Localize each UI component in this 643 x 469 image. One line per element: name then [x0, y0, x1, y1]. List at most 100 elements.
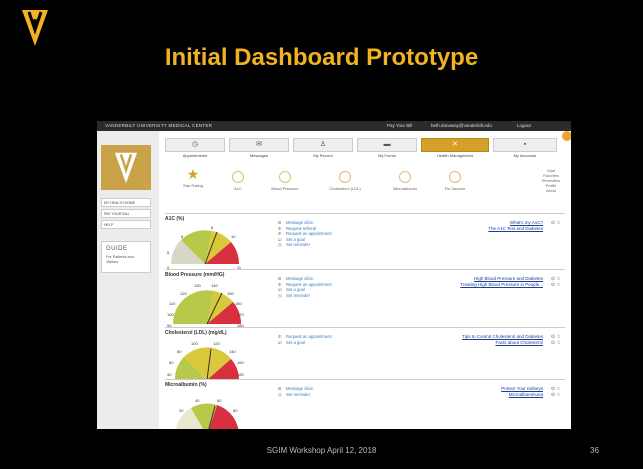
goal-link-about[interactable]: About — [531, 189, 571, 194]
dashboard-screenshot: VANDERBILT UNIVERSITY MEDICAL CENTER Pay… — [97, 121, 571, 429]
panel-title: Blood Pressure (mm/HG) — [165, 272, 225, 278]
goal-blood-pressure[interactable]: Blood Pressure — [257, 165, 313, 191]
bp-actions: ✉ Message clinic ✆ Request an appointment … — [278, 276, 332, 298]
logout-link[interactable]: Logout — [517, 121, 531, 131]
cholesterol-actions: ✆ Request an appointment ☑ Set a goal — [278, 334, 332, 345]
person-icon: ♙ — [293, 138, 353, 152]
info-icon[interactable]: ⊙ — [551, 392, 555, 398]
circle-icon — [399, 171, 411, 183]
sidebar-item-help[interactable]: HELP — [101, 220, 151, 229]
svg-text:160: 160 — [235, 301, 242, 306]
svg-text:40: 40 — [167, 372, 172, 377]
microalbumin-links: Protect Your Kidneys Microalbuminuria — [501, 386, 543, 398]
clock-icon: ◷ — [165, 138, 225, 152]
health-icon: ✕ — [421, 138, 489, 152]
goal-bar: ★ Star Rating A1C Blood Pressure Cholest… — [165, 165, 565, 201]
action-set-reminder[interactable]: ◷ Set reminder — [278, 293, 332, 299]
svg-text:8: 8 — [211, 225, 214, 230]
cholesterol-links: Tips to Control Cholesterol and Diabetes… — [462, 334, 543, 346]
bp-links: High Blood Pressure and Diabetes Treatin… — [460, 276, 543, 288]
cholesterol-panel: Cholesterol (LDL) (mg/dL) 100 120 80 140… — [165, 327, 565, 381]
panel-title: Cholesterol (LDL) (mg/dL) — [165, 330, 227, 336]
action-set-reminder[interactable]: ◷ Set reminder — [278, 242, 332, 248]
tab-health-management[interactable]: ✕ Health Management — [421, 136, 489, 162]
circle-icon — [339, 171, 351, 183]
link-microalbuminuria[interactable]: Microalbuminuria — [501, 392, 543, 398]
star-icon[interactable]: ☆ — [557, 340, 561, 346]
svg-text:20: 20 — [179, 408, 184, 413]
sidebar-item-pay-bill[interactable]: PAY YOUR BILL — [101, 209, 151, 218]
tab-messages[interactable]: ✉ Messages — [229, 136, 289, 162]
slide-title: Initial Dashboard Prototype — [164, 44, 479, 71]
guide-subtitle: For Patients and Visitors — [106, 255, 134, 264]
pay-bill-link[interactable]: Pay Your Bill — [387, 121, 412, 131]
bp-panel: Blood Pressure (mm/HG) 130 140 120 150 1… — [165, 269, 565, 328]
panel-icons: ⊙ ☆ ⊙ ☆ — [551, 334, 561, 346]
circle-icon — [279, 171, 291, 183]
slide-footer: SGIM Workshop April 12, 2018 — [266, 446, 377, 455]
panel-icons: ⊙ ☆ ⊙ ☆ — [551, 276, 561, 288]
forms-icon: ▬ — [357, 138, 417, 152]
envelope-icon: ✉ — [229, 138, 289, 152]
user-email: beth.dunaway@vanderbilt.edu — [431, 123, 492, 128]
tab-appointments[interactable]: ◷ Appointments — [165, 136, 225, 162]
svg-text:140: 140 — [229, 349, 236, 354]
guide-box[interactable]: GUIDE For Patients and Visitors — [101, 241, 151, 273]
svg-text:100: 100 — [191, 341, 198, 346]
action-set-goal[interactable]: ☑ Set a goal — [278, 340, 332, 346]
svg-text:60: 60 — [217, 398, 222, 403]
left-sidebar: MY HEALTH HOME PAY YOUR BILL HELP GUIDE … — [97, 131, 159, 429]
main-tabs: ◷ Appointments ✉ Messages ♙ My Record ▬ … — [165, 136, 565, 162]
svg-text:100: 100 — [167, 312, 174, 317]
a1c-panel: A1C (%) 6 8 10 5 11 0 ✉ Message clinic ✆ R… — [165, 213, 565, 270]
goal-microalbumin[interactable]: Microalbumin — [377, 165, 433, 191]
checkbox-icon: ☑ — [278, 339, 282, 345]
svg-text:80: 80 — [233, 408, 238, 413]
guide-title: GUIDE — [106, 246, 128, 252]
svg-text:130: 130 — [194, 283, 201, 288]
link-a1c-test[interactable]: The A1C Test and Diabetes — [488, 226, 543, 232]
panel-icons: ⊙ ☆ — [551, 220, 561, 226]
goal-links: Goal Favorites Reminders Profile About — [531, 169, 571, 194]
panel-title: A1C (%) — [165, 216, 185, 222]
slide-page-number: 36 — [590, 446, 599, 455]
svg-text:140: 140 — [211, 283, 218, 288]
panel-icons: ⊙ ☆ ⊙ ☆ — [551, 386, 561, 398]
bp-gauge: 130 140 120 150 110 160 170 100 90 180 — [167, 283, 244, 328]
info-icon[interactable]: ⊙ — [551, 220, 555, 226]
svg-text:110: 110 — [169, 301, 176, 306]
cholesterol-gauge: 100 120 80 140 60 160 40 180 — [167, 341, 244, 381]
microalbumin-panel: Microalbumin (%) 40 60 20 80 ✉ Message cl… — [165, 379, 565, 429]
a1c-gauge: 6 8 10 5 11 0 — [167, 225, 242, 270]
clock-icon: ◷ — [278, 292, 282, 298]
star-icon[interactable]: ☆ — [557, 392, 561, 398]
microalbumin-gauge: 40 60 20 80 — [175, 398, 239, 429]
action-set-reminder[interactable]: ◷ Set reminder — [278, 392, 313, 398]
info-icon[interactable]: ⊙ — [551, 282, 555, 288]
star-icon[interactable]: ☆ — [557, 220, 561, 226]
star-icon[interactable]: ☆ — [557, 282, 561, 288]
tab-my-forms[interactable]: ▬ My Forms — [357, 136, 417, 162]
svg-text:60: 60 — [169, 360, 174, 365]
accounts-icon: ▪ — [493, 138, 557, 152]
svg-text:180: 180 — [237, 372, 244, 377]
link-facts-cholesterol[interactable]: Facts about Cholesterol — [462, 340, 543, 346]
svg-text:170: 170 — [237, 312, 244, 317]
a1c-actions: ✉ Message clinic ✆ Request referral ✆ Reque… — [278, 220, 332, 248]
org-name: VANDERBILT UNIVERSITY MEDICAL CENTER — [105, 123, 213, 128]
link-treating-bp[interactable]: Treating High Blood Pressure in People..… — [460, 282, 543, 288]
circle-icon — [449, 171, 461, 183]
goal-cholesterol[interactable]: Cholesterol (LDL) — [317, 165, 373, 191]
svg-text:5: 5 — [167, 250, 170, 255]
vanderbilt-card-icon — [114, 152, 138, 184]
vu-logo-card — [101, 145, 151, 190]
microalbumin-actions: ✉ Message clinic ◷ Set reminder — [278, 386, 313, 397]
notification-badge[interactable] — [562, 131, 571, 141]
info-icon[interactable]: ⊙ — [551, 340, 555, 346]
circle-icon — [232, 171, 244, 183]
sidebar-item-health-home[interactable]: MY HEALTH HOME — [101, 198, 151, 207]
goal-flu-vaccine[interactable]: Flu Vaccine — [427, 165, 483, 191]
tab-my-accounts[interactable]: ▪ My Accounts — [493, 136, 557, 162]
tab-my-record[interactable]: ♙ My Record — [293, 136, 353, 162]
svg-text:150: 150 — [227, 291, 234, 296]
